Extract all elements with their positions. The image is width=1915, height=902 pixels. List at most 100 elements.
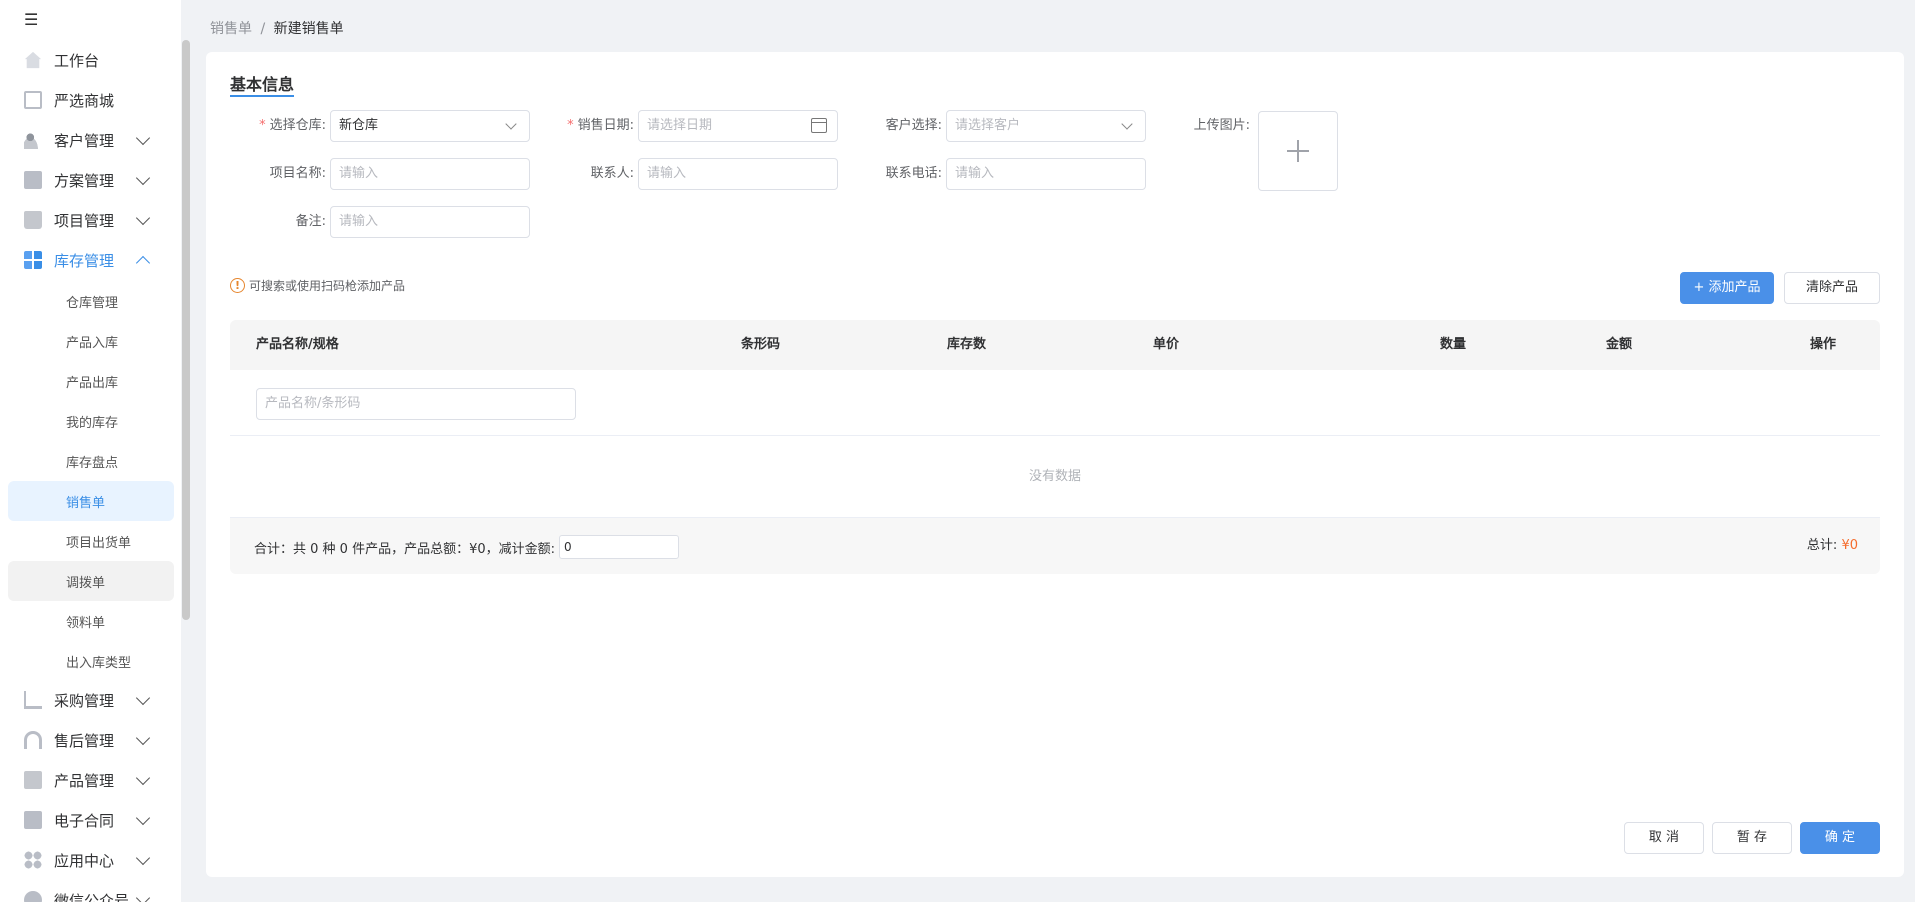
col-header-amount: 金额 <box>1606 337 1633 352</box>
warehouse-select[interactable]: 新仓库 <box>330 110 530 142</box>
sidebar-sub-project-shipment[interactable]: 项目出货单 <box>8 521 174 561</box>
remark-input[interactable]: 请输入 <box>330 206 530 238</box>
contract-icon <box>24 811 42 829</box>
table-header: 产品名称/规格 条形码 库存数 单价 数量 金额 操作 <box>230 320 1880 370</box>
wechat-icon <box>24 891 42 902</box>
customer-select[interactable]: 请选择客户 <box>946 110 1146 142</box>
sidebar-sub-label: 调拨单 <box>66 575 106 591</box>
chevron-down-icon <box>135 690 151 705</box>
user-icon <box>24 131 42 149</box>
chevron-down-icon <box>135 810 151 825</box>
required-mark: * <box>259 118 266 133</box>
sidebar-sub-label: 仓库管理 <box>66 295 119 311</box>
home-icon <box>24 51 42 69</box>
sidebar-sub-label: 领料单 <box>66 615 106 631</box>
table-footer: 合计：共 0 种 0 件产品，产品总额：¥0，减计金额: 0 总计: ¥0 <box>230 518 1880 574</box>
sidebar-item-customers[interactable]: 客户管理 <box>0 120 174 160</box>
calendar-icon[interactable] <box>811 118 827 133</box>
sidebar-item-mall[interactable]: 严选商城 <box>0 80 174 120</box>
sidebar-item-label: 电子合同 <box>54 811 115 830</box>
sidebar-sub-label: 出入库类型 <box>66 655 132 671</box>
sidebar-sub-product-out[interactable]: 产品出库 <box>8 361 174 401</box>
sidebar-sub-warehouse[interactable]: 仓库管理 <box>8 281 174 321</box>
sidebar-item-label: 客户管理 <box>54 131 115 150</box>
project-name-label: 项目名称: <box>269 166 326 181</box>
sidebar-item-label: 工作台 <box>54 51 100 70</box>
contact-input[interactable]: 请输入 <box>638 158 838 190</box>
summary: 合计：共 0 种 0 件产品，产品总额：¥0，减计金额: 0 <box>254 535 679 559</box>
col-header-action: 操作 <box>1810 337 1837 352</box>
cancel-button[interactable]: 取 消 <box>1624 822 1704 854</box>
product-search-input[interactable]: 产品名称/条形码 <box>256 388 576 420</box>
scan-hint: ! 可搜索或使用扫码枪添加产品 <box>230 277 405 294</box>
save-draft-button[interactable]: 暂 存 <box>1712 822 1792 854</box>
sidebar-sub-label: 产品入库 <box>66 335 119 351</box>
sidebar-item-apps[interactable]: 应用中心 <box>0 840 174 880</box>
chevron-down-icon <box>135 730 151 745</box>
sale-date-picker[interactable]: 请选择日期 <box>638 110 838 142</box>
required-mark: * <box>567 118 574 133</box>
sidebar-item-label: 方案管理 <box>54 171 115 190</box>
plus-icon <box>1287 140 1309 162</box>
sidebar-item-inventory[interactable]: 库存管理 <box>0 240 174 280</box>
sidebar-scrollbar[interactable] <box>182 40 190 620</box>
sidebar-item-projects[interactable]: 项目管理 <box>0 200 174 240</box>
col-header-name: 产品名称/规格 <box>256 337 339 352</box>
sidebar-item-label: 微信公众号 <box>54 891 130 902</box>
chart-icon <box>24 91 42 109</box>
add-product-button[interactable]: + 添加产品 <box>1680 272 1774 304</box>
sidebar-item-label: 应用中心 <box>54 851 115 870</box>
breadcrumb: 销售单 / 新建销售单 <box>210 18 344 38</box>
sidebar-sub-requisition[interactable]: 领料单 <box>8 601 174 641</box>
sidebar-sub-label: 销售单 <box>66 495 106 511</box>
product-search-row: 产品名称/条形码 <box>230 370 1880 436</box>
sidebar-item-plans[interactable]: 方案管理 <box>0 160 174 200</box>
empty-state: 没有数据 <box>230 436 1880 518</box>
sidebar-sub-io-types[interactable]: 出入库类型 <box>8 641 174 681</box>
sidebar-item-label: 项目管理 <box>54 211 115 230</box>
sidebar-item-contracts[interactable]: 电子合同 <box>0 800 174 840</box>
image-upload-button[interactable] <box>1258 111 1338 191</box>
col-header-barcode: 条形码 <box>741 337 781 352</box>
sidebar: ☰ 工作台 严选商城 客户管理 方案管理 项目管理 库存管理 仓库管理 产品入库… <box>0 0 181 902</box>
phone-label: 联系电话: <box>885 166 942 181</box>
project-name-input[interactable]: 请输入 <box>330 158 530 190</box>
chevron-up-icon <box>135 255 151 270</box>
sidebar-item-purchase[interactable]: 采购管理 <box>0 680 174 720</box>
sidebar-item-aftersales[interactable]: 售后管理 <box>0 720 174 760</box>
sidebar-item-label: 售后管理 <box>54 731 115 750</box>
warehouse-label-text: 选择仓库: <box>269 118 326 133</box>
sidebar-sub-label: 我的库存 <box>66 415 119 431</box>
col-header-stock: 库存数 <box>947 337 987 352</box>
chevron-down-icon <box>135 850 151 865</box>
confirm-button[interactable]: 确 定 <box>1800 822 1880 854</box>
clear-product-button[interactable]: 清除产品 <box>1784 272 1880 304</box>
sidebar-sub-product-in[interactable]: 产品入库 <box>8 321 174 361</box>
phone-input[interactable]: 请输入 <box>946 158 1146 190</box>
grand-total: 总计: ¥0 <box>1807 534 1858 553</box>
breadcrumb-parent[interactable]: 销售单 <box>210 21 252 37</box>
chevron-down-icon <box>135 130 151 145</box>
box-icon <box>24 771 42 789</box>
sidebar-sub-transfer[interactable]: 调拨单 <box>8 561 174 601</box>
main-card: 基本信息 * 选择仓库: 新仓库 * 销售日期: 请选择日期 客户选择: 请选择客户… <box>206 52 1904 877</box>
sidebar-item-wechat[interactable]: 微信公众号 <box>0 880 174 902</box>
col-header-price: 单价 <box>1153 337 1180 352</box>
breadcrumb-current: 新建销售单 <box>273 21 344 37</box>
sidebar-item-products[interactable]: 产品管理 <box>0 760 174 800</box>
menu-fold-icon[interactable]: ☰ <box>24 12 44 28</box>
chevron-down-icon <box>135 210 151 225</box>
apps-icon <box>24 851 42 869</box>
customer-label: 客户选择: <box>885 118 942 133</box>
sidebar-sub-sales-order[interactable]: 销售单 <box>8 481 174 521</box>
sidebar-sub-my-stock[interactable]: 我的库存 <box>8 401 174 441</box>
sale-date-placeholder: 请选择日期 <box>647 118 713 133</box>
sidebar-item-label: 采购管理 <box>54 691 115 710</box>
sidebar-item-label: 库存管理 <box>54 251 115 270</box>
total-label: 总计: <box>1806 538 1838 553</box>
sidebar-item-workbench[interactable]: 工作台 <box>0 40 174 80</box>
chevron-down-icon <box>1121 118 1133 130</box>
col-header-quantity: 数量 <box>1440 337 1467 352</box>
sidebar-sub-stocktake[interactable]: 库存盘点 <box>8 441 174 481</box>
discount-input[interactable]: 0 <box>559 535 679 559</box>
